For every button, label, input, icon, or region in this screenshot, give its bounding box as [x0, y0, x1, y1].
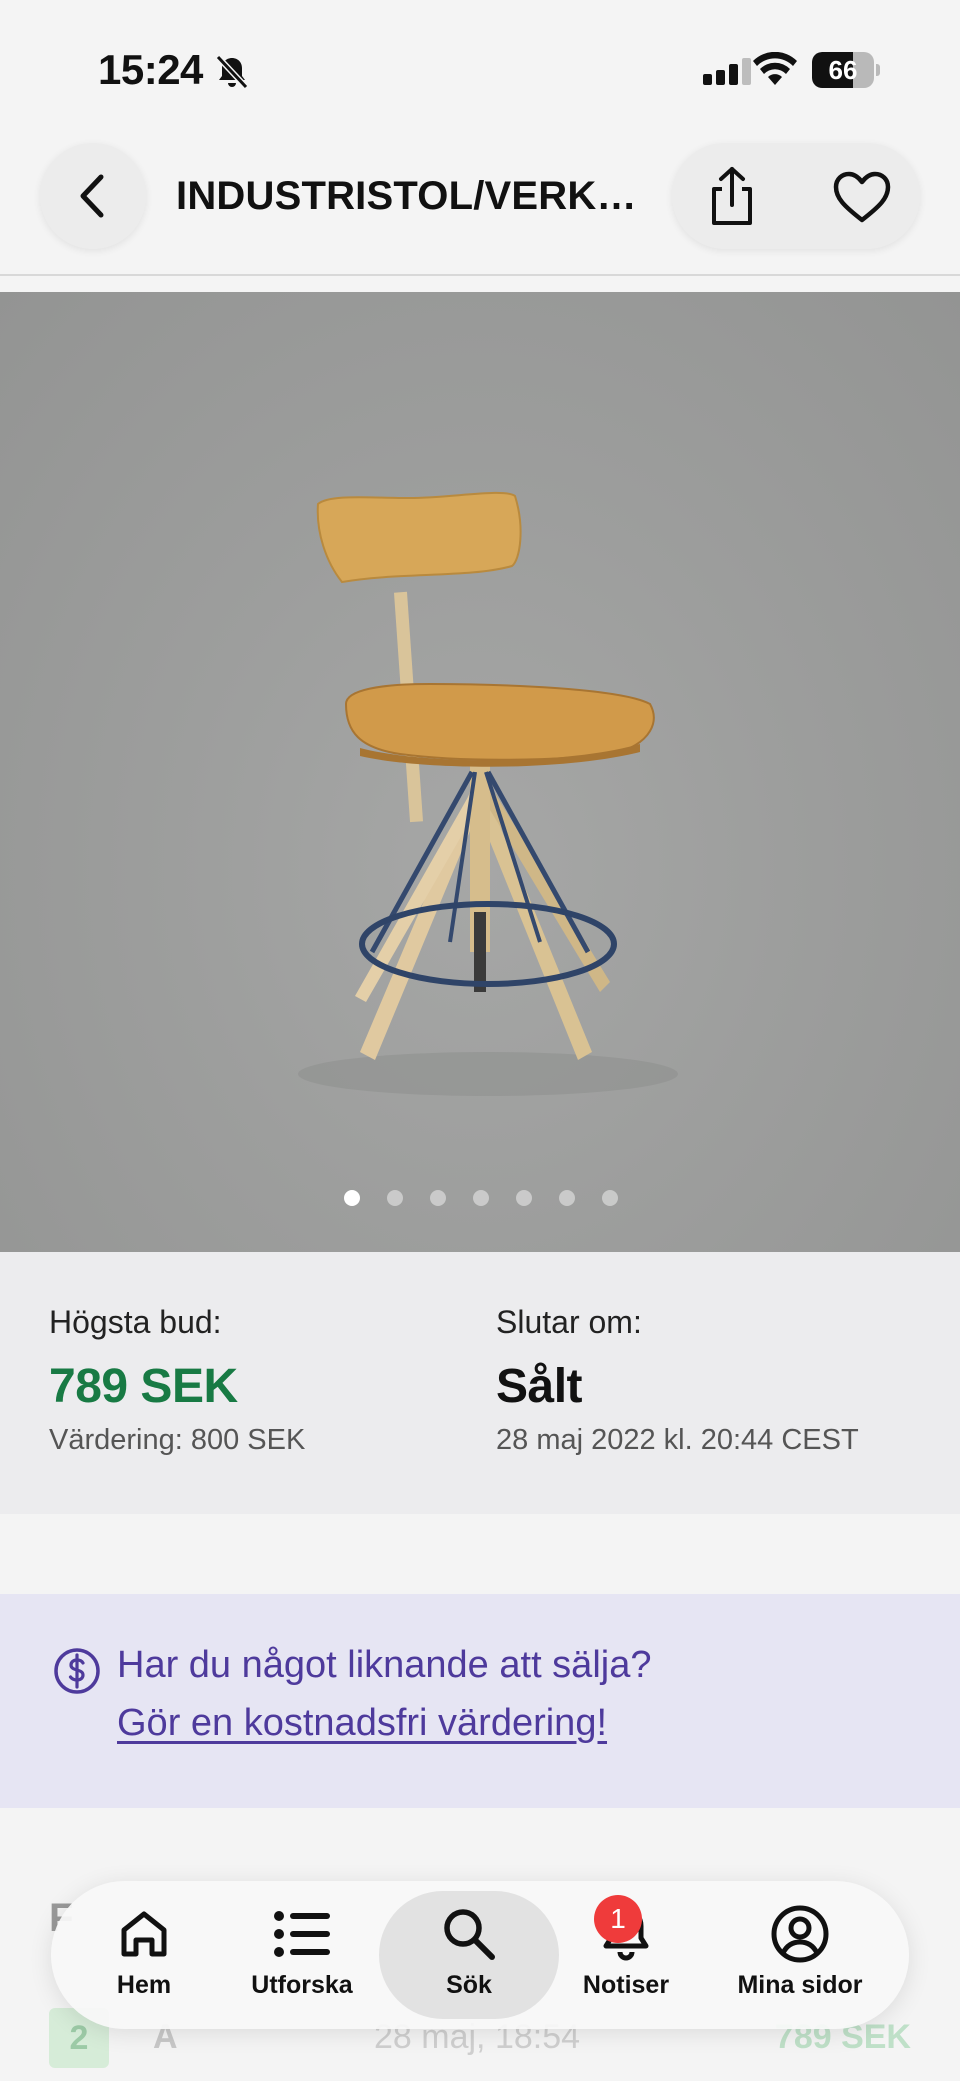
section-divider — [0, 1514, 960, 1594]
page-title: INDUSTRISTOL/VERKSTADSSTOL — [176, 174, 646, 218]
back-button[interactable] — [40, 143, 146, 249]
promo-question: Har du något liknande att sälja? — [117, 1644, 652, 1686]
notification-count-badge: 1 — [594, 1895, 642, 1943]
highest-bid-block: Högsta bud: 789 SEK Värdering: 800 SEK — [49, 1304, 305, 1457]
bottom-tab-bar: Hem Utforska Sök Notiser Mina sidor — [51, 1881, 909, 2029]
sell-promo-banner: Har du något liknande att sälja? Gör en … — [0, 1594, 960, 1808]
user-circle-icon — [771, 1905, 829, 1963]
navigation-header: INDUSTRISTOL/VERKSTADSSTOL — [0, 140, 960, 276]
share-button[interactable] — [690, 155, 774, 239]
gallery-page-indicator — [0, 1190, 960, 1214]
gallery-dot[interactable] — [344, 1190, 360, 1206]
heart-icon — [833, 171, 891, 223]
back-chevron-icon — [80, 174, 104, 218]
gallery-dot[interactable] — [516, 1190, 532, 1206]
product-image-gallery[interactable] — [0, 292, 960, 1252]
product-photo-chair — [298, 491, 678, 1096]
dollar-circle-icon — [54, 1648, 100, 1694]
highest-bid-label: Högsta bud: — [49, 1304, 222, 1340]
header-actions — [672, 143, 920, 249]
tab-label: Mina sidor — [737, 1971, 863, 1999]
tab-search[interactable]: Sök — [379, 1891, 559, 2019]
highest-bid-value: 789 SEK — [49, 1360, 238, 1413]
share-icon — [712, 167, 752, 225]
tab-label: Sök — [446, 1971, 492, 1999]
free-valuation-link[interactable]: Gör en kostnadsfri värdering! — [117, 1702, 607, 1745]
tab-label: Utforska — [251, 1971, 353, 1999]
gallery-dot[interactable] — [430, 1190, 446, 1206]
favorite-button[interactable] — [820, 155, 904, 239]
tab-my-pages[interactable]: Mina sidor — [710, 1891, 890, 2019]
wifi-icon — [753, 52, 797, 85]
valuation-text: Värdering: 800 SEK — [49, 1424, 306, 1456]
search-icon — [444, 1909, 495, 1960]
battery-level: 66 — [828, 55, 858, 85]
auction-status: Sålt — [496, 1360, 583, 1413]
gallery-dot[interactable] — [473, 1190, 489, 1206]
auction-info: Högsta bud: 789 SEK Värdering: 800 SEK S… — [0, 1252, 960, 1514]
gallery-dot[interactable] — [559, 1190, 575, 1206]
list-icon — [274, 1911, 330, 1957]
tab-label: Notiser — [582, 1971, 670, 1999]
status-bar: 15:24 66 — [0, 0, 960, 140]
end-date-text: 28 maj 2022 kl. 20:44 CEST — [496, 1424, 859, 1456]
tab-explore[interactable]: Utforska — [223, 1891, 381, 2019]
tab-label: Hem — [116, 1971, 172, 1999]
gallery-dot[interactable] — [387, 1190, 403, 1206]
auction-end-block: Slutar om: Sålt 28 maj 2022 kl. 20:44 CE… — [496, 1304, 859, 1457]
battery-icon: 66 — [812, 52, 880, 88]
ends-label: Slutar om: — [496, 1304, 642, 1340]
home-icon — [121, 1911, 167, 1957]
gallery-dot[interactable] — [602, 1190, 618, 1206]
tab-home[interactable]: Hem — [65, 1891, 223, 2019]
status-time: 15:24 — [98, 46, 203, 93]
bell-off-icon — [215, 54, 249, 90]
